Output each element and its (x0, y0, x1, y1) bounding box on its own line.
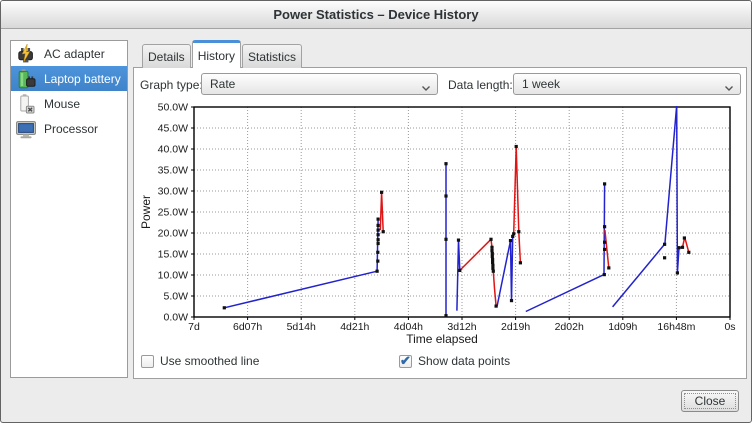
svg-text:6d07h: 6d07h (233, 321, 262, 333)
data-length-value: 1 week (522, 77, 560, 91)
show-data-points-checkbox[interactable]: ✔ (399, 355, 412, 368)
data-length-select[interactable]: 1 week (513, 73, 741, 95)
tab-label: Statistics (248, 50, 296, 64)
svg-text:5d14h: 5d14h (287, 321, 316, 333)
tab-bar: Details History Statistics (142, 40, 303, 68)
sidebar-item-label: Mouse (44, 97, 80, 111)
svg-text:5.0W: 5.0W (163, 291, 188, 303)
chevron-down-icon (421, 81, 431, 95)
use-smoothed-line-checkbox[interactable]: ✔ (141, 355, 154, 368)
titlebar[interactable]: Power Statistics – Device History (1, 1, 751, 29)
tab-history[interactable]: History (192, 40, 241, 68)
sidebar-item-ac-adapter[interactable]: AC adapter (11, 41, 127, 66)
tab-details[interactable]: Details (142, 44, 191, 68)
graph-type-value: Rate (210, 77, 235, 91)
data-length-label: Data length: (448, 78, 513, 92)
check-icon: ✔ (400, 353, 411, 369)
tab-label: Details (148, 50, 185, 64)
svg-text:0s: 0s (724, 321, 735, 333)
close-button[interactable]: Close (681, 390, 739, 412)
svg-text:7d: 7d (188, 321, 200, 333)
x-axis-title: Time elapsed (406, 332, 478, 346)
sidebar-item-label: AC adapter (44, 47, 105, 61)
use-smoothed-line-option[interactable]: ✔ Use smoothed line (141, 354, 259, 368)
tab-label: History (198, 49, 235, 63)
chevron-down-icon (724, 81, 734, 95)
svg-text:4d21h: 4d21h (340, 321, 369, 333)
data-series (224, 105, 689, 316)
laptop-battery-icon (14, 67, 38, 91)
history-tab-panel: Graph type: Rate Data length: 1 week 0.0… (133, 67, 747, 379)
sidebar-item-laptop-battery[interactable]: Laptop battery (11, 66, 127, 91)
mouse-battery-icon (14, 92, 38, 116)
show-data-points-label: Show data points (418, 354, 510, 368)
y-axis-title: Power (139, 195, 153, 229)
svg-text:1d09h: 1d09h (608, 321, 637, 333)
svg-text:45.0W: 45.0W (158, 123, 188, 135)
sidebar-item-label: Processor (44, 122, 98, 136)
tab-statistics[interactable]: Statistics (242, 44, 302, 68)
window-title: Power Statistics – Device History (273, 7, 478, 22)
device-list: AC adapter Laptop battery Mouse Processor (10, 40, 128, 378)
svg-text:25.0W: 25.0W (158, 207, 188, 219)
history-chart: 0.0W 5.0W 10.0W 15.0W 20.0W 25.0W 30.0W 35.0W 40… (137, 98, 747, 348)
svg-text:30.0W: 30.0W (158, 186, 188, 198)
show-data-points-option[interactable]: ✔ Show data points (399, 354, 510, 368)
processor-icon (14, 117, 38, 141)
svg-text:50.0W: 50.0W (158, 102, 188, 114)
svg-text:40.0W: 40.0W (158, 144, 188, 156)
ac-adapter-icon (14, 42, 38, 66)
use-smoothed-line-label: Use smoothed line (160, 354, 259, 368)
sidebar-item-mouse[interactable]: Mouse (11, 91, 127, 116)
svg-text:35.0W: 35.0W (158, 165, 188, 177)
power-statistics-window: Power Statistics – Device History AC ada… (0, 0, 752, 423)
y-axis-labels: 0.0W 5.0W 10.0W 15.0W 20.0W 25.0W 30.0W 35.0W 40… (158, 102, 188, 324)
graph-type-select[interactable]: Rate (201, 73, 438, 95)
close-button-label: Close (695, 394, 726, 408)
svg-text:0.0W: 0.0W (163, 312, 188, 324)
svg-text:2d02h: 2d02h (555, 321, 584, 333)
sidebar-item-label: Laptop battery (44, 72, 121, 86)
svg-text:2d19h: 2d19h (501, 321, 530, 333)
svg-text:10.0W: 10.0W (158, 270, 188, 282)
graph-type-label: Graph type: (140, 78, 203, 92)
svg-text:16h48m: 16h48m (657, 321, 695, 333)
axis-ticks (191, 107, 730, 320)
gridlines (194, 107, 730, 317)
svg-text:20.0W: 20.0W (158, 228, 188, 240)
svg-text:15.0W: 15.0W (158, 249, 188, 261)
sidebar-item-processor[interactable]: Processor (11, 116, 127, 141)
